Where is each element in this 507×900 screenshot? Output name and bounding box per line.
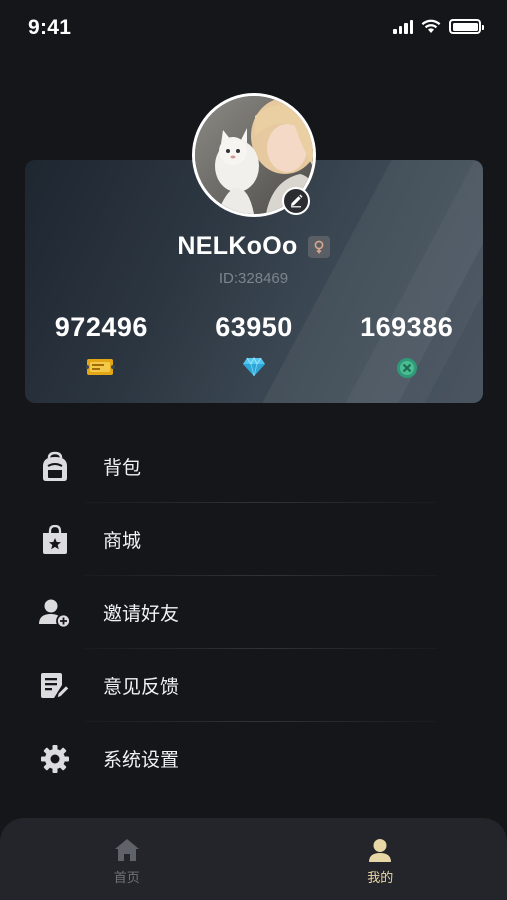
menu-item-feedback[interactable]: 意见反馈	[0, 649, 507, 722]
pencil-icon	[291, 194, 303, 208]
menu-item-backpack[interactable]: 背包	[0, 430, 507, 503]
tab-mine[interactable]: 我的	[254, 818, 507, 900]
wifi-icon	[421, 19, 441, 33]
menu-item-shop[interactable]: 商城	[0, 503, 507, 576]
stat-tickets[interactable]: 972496	[25, 312, 178, 379]
tab-label: 我的	[367, 870, 394, 885]
stat-value: 972496	[54, 312, 148, 342]
tab-label: 首页	[113, 870, 140, 885]
user-icon	[369, 839, 392, 862]
shop-bag-icon	[39, 524, 71, 556]
add-friend-icon	[39, 597, 71, 629]
gender-badge	[307, 235, 330, 258]
username-row: NELKoOo	[0, 232, 507, 261]
home-icon	[114, 839, 139, 861]
female-icon	[314, 240, 323, 253]
stat-diamonds[interactable]: 63950	[178, 312, 331, 379]
status-icons	[393, 19, 484, 34]
avatar-container[interactable]	[192, 93, 316, 217]
edit-avatar-button[interactable]	[282, 187, 310, 215]
stats-row: 972496 63950 169386	[25, 312, 483, 379]
status-bar: 9:41	[0, 0, 507, 56]
menu-item-label: 系统设置	[103, 750, 180, 771]
menu-item-invite-friends[interactable]: 邀请好友	[0, 576, 507, 649]
menu-item-settings[interactable]: 系统设置	[0, 722, 507, 795]
menu-item-label: 邀请好友	[103, 604, 180, 625]
ticket-icon	[86, 359, 116, 375]
cellular-signal-icon	[393, 19, 413, 34]
feedback-icon	[39, 670, 71, 702]
bottom-tab-bar: 首页 我的	[0, 818, 507, 900]
tab-home[interactable]: 首页	[0, 818, 254, 900]
menu-item-label: 商城	[103, 531, 142, 552]
stat-value: 169386	[360, 312, 454, 342]
backpack-icon	[39, 451, 71, 483]
coin-icon	[396, 358, 417, 378]
user-id: ID:328469	[218, 270, 289, 287]
gear-icon	[39, 743, 71, 775]
menu-list: 背包 商城 邀请好友 意见反馈 系统设置	[0, 430, 507, 795]
stat-coins[interactable]: 169386	[330, 312, 483, 379]
status-time: 9:41	[28, 16, 72, 39]
username: NELKoOo	[177, 232, 298, 260]
stat-value: 63950	[215, 312, 293, 342]
menu-item-label: 意见反馈	[103, 677, 180, 698]
battery-icon	[449, 19, 484, 34]
menu-item-label: 背包	[103, 458, 142, 479]
diamond-icon	[243, 357, 265, 377]
